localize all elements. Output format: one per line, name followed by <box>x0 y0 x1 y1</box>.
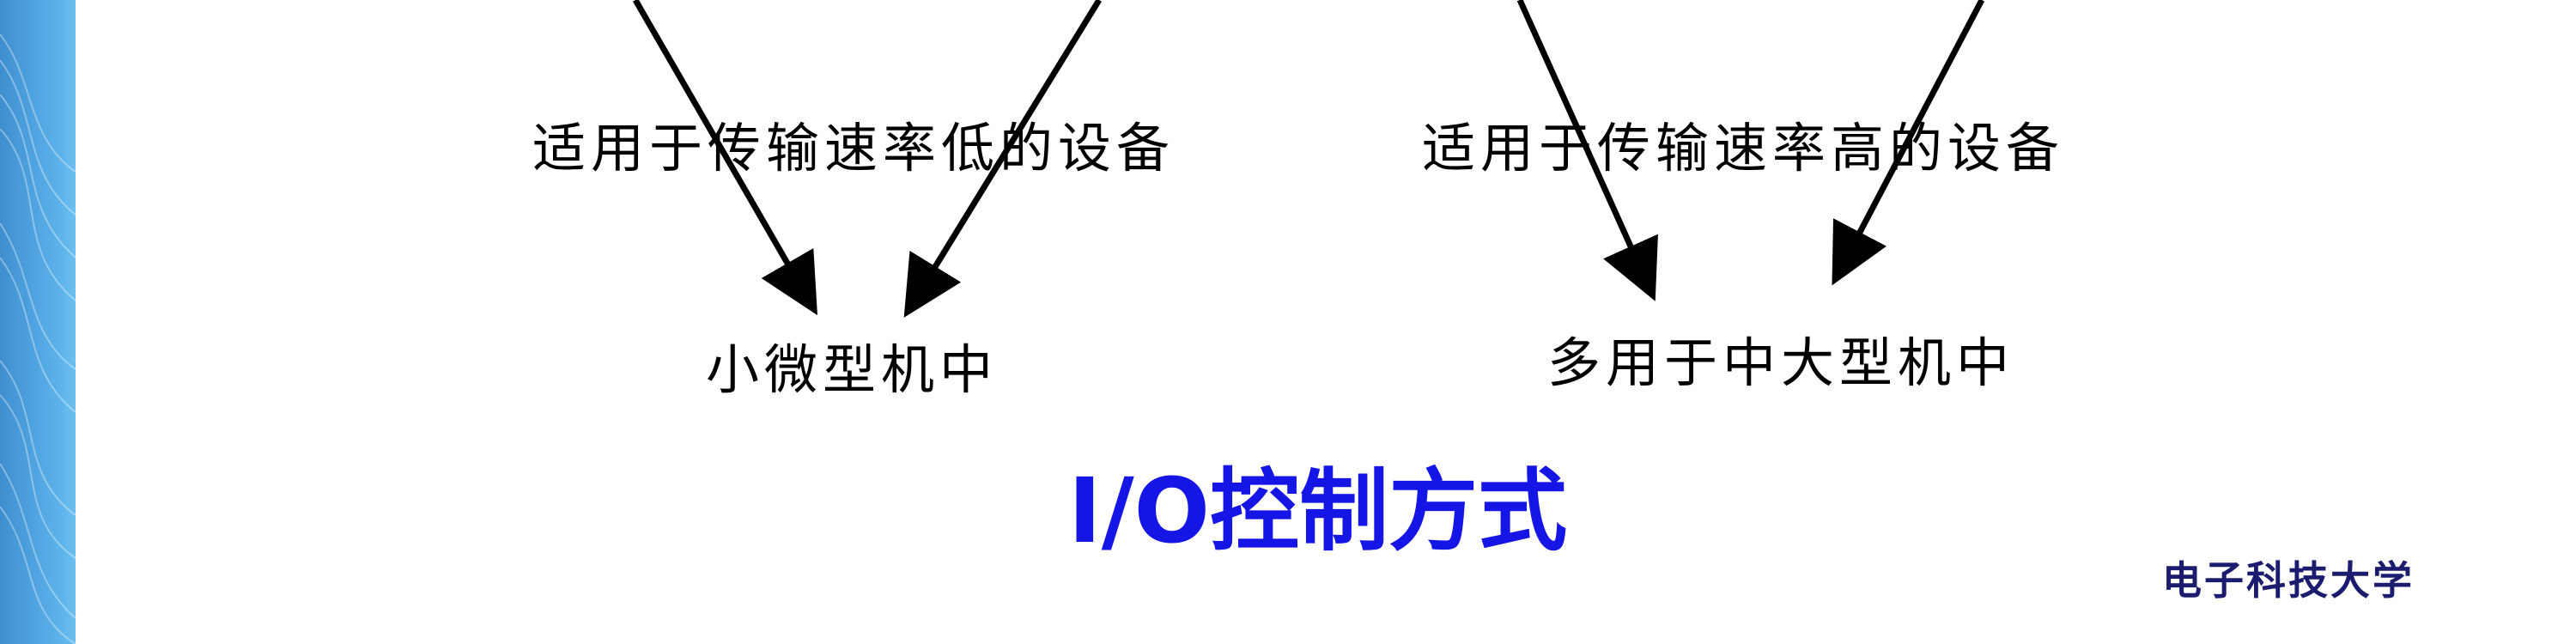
slide-title: I/O控制方式 <box>1068 459 1568 563</box>
label-high-speed-devices: 适用于传输速率高的设备 <box>1422 117 2065 179</box>
label-large-machines: 多用于中大型机中 <box>1547 331 2015 394</box>
university-footer: 电子科技大学 <box>2162 557 2415 604</box>
label-small-machines: 小微型机中 <box>706 338 999 401</box>
label-low-speed-devices: 适用于传输速率低的设备 <box>532 117 1176 179</box>
